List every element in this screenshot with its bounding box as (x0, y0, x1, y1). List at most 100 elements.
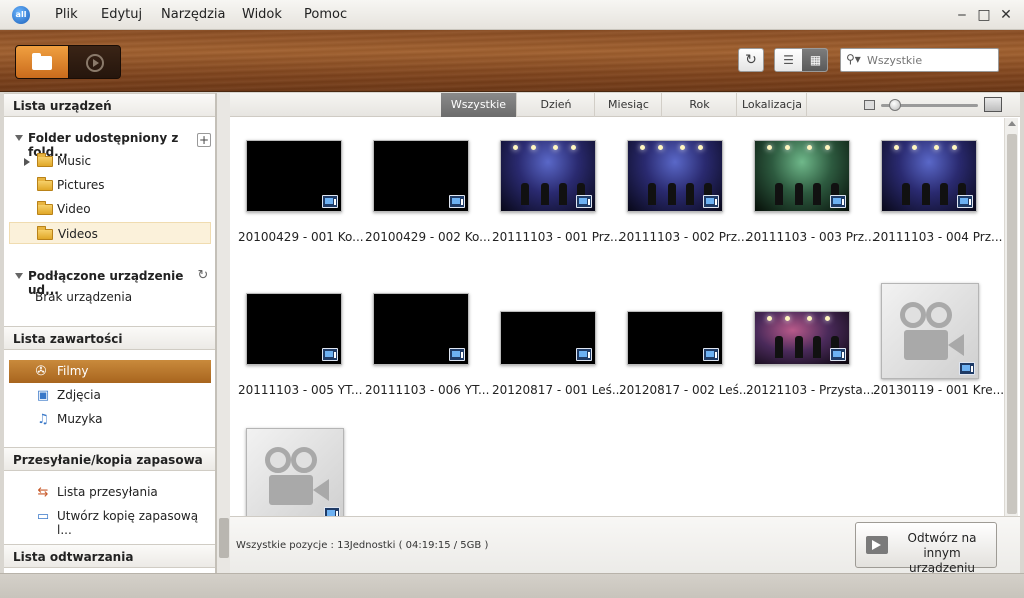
play-on-other-device-button[interactable]: Odtwórz na innym urządzeniu (855, 522, 997, 575)
sidebar-scrollbar[interactable] (216, 93, 230, 573)
folder-icon (32, 53, 52, 70)
media-grid: 20100429 - 001 Ko... 20100429 - 002 Ko...… (230, 118, 1004, 516)
folder-mode-button[interactable] (16, 46, 69, 78)
refresh-devices-icon[interactable]: ↻ (195, 268, 211, 284)
list-view-icon: ☰ (783, 53, 794, 67)
tab-month[interactable]: Miesiąc (596, 93, 662, 117)
folder-icon (37, 177, 53, 191)
sidebar-item-pictures-folder[interactable]: Pictures (4, 174, 215, 196)
collapse-arrow-icon[interactable] (15, 273, 23, 279)
search-input[interactable] (867, 51, 995, 69)
video-file-icon (322, 195, 338, 208)
close-icon[interactable]: ✕ (997, 6, 1015, 24)
media-tile[interactable]: 20111103 - 001 Prz... (492, 140, 621, 280)
zoom-in-icon[interactable] (984, 97, 1002, 112)
grid-scroll-thumb[interactable] (1007, 134, 1017, 514)
minimize-icon[interactable]: ‒ (953, 6, 971, 24)
media-tile-label: 20111103 - 002 Prz... (619, 230, 749, 244)
collapse-arrow-icon[interactable] (15, 135, 23, 141)
tab-day[interactable]: Dzień (518, 93, 595, 117)
folder-icon (37, 226, 53, 240)
video-file-icon (576, 195, 592, 208)
folder-label: Video (57, 202, 91, 216)
add-folder-button[interactable]: + (197, 133, 211, 147)
video-placeholder-thumbnail (881, 283, 979, 379)
sidebar-item-music[interactable]: ♫ Muzyka (4, 408, 215, 430)
sidebar-item-label: Utwórz kopię zapasową l... (57, 509, 199, 537)
search-box[interactable]: ⚲▾ (840, 48, 999, 72)
menu-file[interactable]: Plik (55, 7, 78, 22)
menu-view[interactable]: Widok (242, 7, 282, 22)
folder-icon (37, 201, 53, 215)
transfer-list-icon: ⇆ (37, 485, 49, 500)
sidebar-scroll-thumb[interactable] (219, 518, 229, 558)
content-list-header: Lista zawartości (4, 326, 215, 350)
media-tile[interactable]: 20100429 - 002 Ko... (365, 140, 491, 280)
video-thumbnail (754, 140, 850, 212)
sidebar-item-video-folder[interactable]: Video (4, 198, 215, 220)
play-to-device-icon (866, 536, 888, 554)
playlist-header: Lista odtwarzania (4, 544, 215, 568)
connected-device-node[interactable]: Podłączone urządzenie ud... ↻ (4, 265, 215, 297)
play-mode-button[interactable] (69, 46, 120, 78)
media-tile-label: 20120817 - 001 Leś... (492, 383, 622, 397)
video-camera-icon (269, 475, 313, 505)
media-tile[interactable]: 20111103 - 003 Prz... (746, 140, 875, 280)
media-tile[interactable]: 20100429 - 001 Ko... (238, 140, 364, 280)
grid-scrollbar[interactable] (1004, 118, 1018, 516)
tab-location[interactable]: Lokalizacja (738, 93, 807, 117)
expand-arrow-icon[interactable] (24, 158, 30, 166)
media-tile[interactable]: 20111103 - 005 YT... (238, 293, 362, 433)
sidebar-item-label: Zdjęcia (57, 388, 101, 402)
sidebar-item-music-folder[interactable]: Music (4, 150, 215, 172)
media-tile[interactable]: 20111103 - 002 Prz... (619, 140, 748, 280)
sidebar-item-label: Lista przesyłania (57, 485, 158, 499)
transfer-header: Przesyłanie/kopia zapasowa (4, 447, 215, 471)
sidebar-item-label: Muzyka (57, 412, 103, 426)
search-icon[interactable]: ⚲▾ (846, 52, 861, 66)
scroll-up-icon[interactable] (1008, 121, 1016, 126)
refresh-button[interactable]: ↻ (738, 48, 764, 72)
sidebar-item-videos-folder[interactable]: Videos (9, 222, 211, 244)
menu-tools[interactable]: Narzędzia (161, 7, 226, 22)
no-device-label: Brak urządzenia (35, 290, 133, 304)
zoom-out-icon[interactable] (864, 100, 875, 110)
media-tile[interactable]: 20120817 - 002 Leś... (619, 293, 749, 433)
sidebar-item-transfer-list[interactable]: ⇆ Lista przesyłania (4, 481, 215, 503)
media-tile-label: 20100429 - 001 Ko... (238, 230, 364, 244)
media-tile[interactable]: 20111103 - 006 YT... (365, 293, 489, 433)
media-tile[interactable]: 20120817 - 001 Leś... (492, 293, 622, 433)
music-note-icon: ♫ (37, 412, 49, 427)
media-tile-label: 20100429 - 002 Ko... (365, 230, 491, 244)
sidebar-item-backup[interactable]: ▭ Utwórz kopię zapasową l... (4, 505, 215, 537)
folder-label: Music (57, 154, 92, 168)
sidebar-item-photos[interactable]: ▣ Zdjęcia (4, 384, 215, 406)
zoom-slider-handle[interactable] (888, 99, 901, 111)
sidebar-item-films[interactable]: ✇ Filmy (9, 360, 211, 383)
media-tile[interactable]: 20111103 - 004 Prz... (873, 140, 1002, 280)
video-thumbnail (881, 140, 977, 212)
grid-view-icon: ▦ (809, 53, 822, 67)
maximize-icon[interactable]: □ (975, 6, 993, 24)
tab-year[interactable]: Rok (663, 93, 737, 117)
media-tile[interactable]: 20121103 - Przysta... (746, 293, 874, 433)
video-thumbnail (500, 311, 596, 365)
media-tile-label: 20130119 - 001 Kre... (873, 383, 1003, 397)
menu-edit[interactable]: Edytuj (101, 7, 142, 22)
video-file-icon (959, 362, 975, 375)
shared-folder-node[interactable]: Folder udostępniony z fold... + (4, 127, 215, 159)
menu-help[interactable]: Pomoc (304, 7, 347, 22)
media-tile[interactable]: 20130119 - 001 Kre... (873, 283, 1003, 433)
list-view-button[interactable]: ☰ (775, 49, 802, 71)
media-tile[interactable] (238, 428, 358, 516)
media-tile-label: 20120817 - 002 Leś... (619, 383, 749, 397)
folder-label: Videos (58, 227, 98, 241)
play-on-device-label: Odtwórz na innym urządzeniu (907, 531, 977, 575)
device-list-header: Lista urządzeń (4, 93, 215, 117)
grid-view-button[interactable]: ▦ (802, 49, 827, 71)
tab-all[interactable]: Wszystkie (441, 93, 517, 117)
video-thumbnail (627, 140, 723, 212)
video-placeholder-thumbnail (246, 428, 344, 516)
video-thumbnail (500, 140, 596, 212)
refresh-icon: ↻ (745, 52, 757, 68)
